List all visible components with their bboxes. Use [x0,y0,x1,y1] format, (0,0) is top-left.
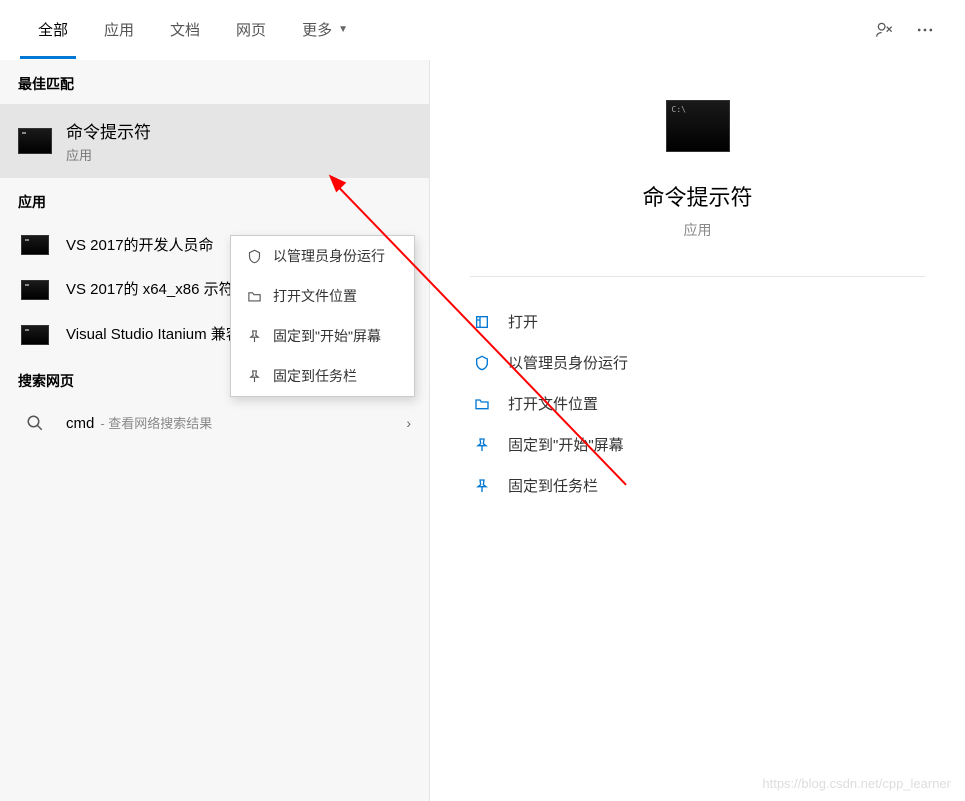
search-scope-tabs: 全部 应用 文档 网页 更多 ▼ [0,0,965,60]
detail-subtitle: 应用 [684,220,712,240]
tab-all[interactable]: 全部 [20,0,86,60]
pin-icon [470,478,494,494]
pin-icon [470,437,494,453]
tab-more-label: 更多 [302,19,332,40]
action-pin-to-taskbar[interactable]: 固定到任务栏 [470,465,925,506]
ctx-label: 以管理员身份运行 [273,246,385,266]
open-icon [470,314,494,330]
detail-actions: 打开 以管理员身份运行 打开文件位置 固定到"开始"屏幕 [470,301,925,506]
ctx-pin-to-start[interactable]: 固定到"开始"屏幕 [231,316,414,356]
pin-icon [243,369,265,384]
tab-apps-label: 应用 [104,19,134,40]
context-menu: 以管理员身份运行 打开文件位置 固定到"开始"屏幕 固定到任务栏 [230,235,415,397]
tab-all-label: 全部 [38,19,68,40]
results-panel: 最佳匹配 命令提示符 应用 应用 VS 2017的开发人员命 VS 2017的 … [0,60,430,801]
tab-web[interactable]: 网页 [218,0,284,60]
action-label: 打开 [508,311,538,332]
action-pin-to-start[interactable]: 固定到"开始"屏幕 [470,424,925,465]
tab-more[interactable]: 更多 ▼ [284,0,366,60]
best-match-subtitle: 应用 [66,145,151,164]
tab-web-label: 网页 [236,19,266,40]
best-match-result[interactable]: 命令提示符 应用 [0,104,429,178]
search-icon [18,414,52,432]
action-open-file-location[interactable]: 打开文件位置 [470,383,925,424]
ctx-label: 固定到"开始"屏幕 [273,326,381,346]
ellipsis-icon [915,20,935,40]
more-options-button[interactable] [905,10,945,50]
shield-icon [470,355,494,371]
cmd-icon [21,235,49,255]
detail-panel: 命令提示符 应用 打开 以管理员身份运行 打开文件位置 [430,60,965,801]
ctx-run-as-admin[interactable]: 以管理员身份运行 [231,236,414,276]
apps-header: 应用 [0,178,429,222]
ctx-open-file-location[interactable]: 打开文件位置 [231,276,414,316]
detail-title: 命令提示符 [642,180,752,212]
ctx-label: 固定到任务栏 [273,366,357,386]
action-label: 以管理员身份运行 [508,352,628,373]
tab-docs-label: 文档 [170,19,200,40]
action-label: 固定到任务栏 [508,475,598,496]
web-search-result[interactable]: cmd - 查看网络搜索结果 › [0,401,429,444]
web-desc: - 查看网络搜索结果 [100,413,212,432]
feedback-button[interactable] [865,10,905,50]
folder-icon [243,289,265,304]
action-open[interactable]: 打开 [470,301,925,342]
cmd-icon [21,325,49,345]
detail-app-icon [666,100,730,152]
cmd-icon [18,128,52,154]
tab-apps[interactable]: 应用 [86,0,152,60]
divider [470,276,925,277]
feedback-icon [875,20,895,40]
folder-icon [470,396,494,412]
pin-icon [243,329,265,344]
ctx-pin-to-taskbar[interactable]: 固定到任务栏 [231,356,414,396]
ctx-label: 打开文件位置 [273,286,357,306]
chevron-right-icon: › [406,415,411,431]
action-run-as-admin[interactable]: 以管理员身份运行 [470,342,925,383]
shield-icon [243,249,265,264]
cmd-icon [21,280,49,300]
action-label: 固定到"开始"屏幕 [508,434,624,455]
chevron-down-icon: ▼ [338,24,348,35]
active-tab-indicator [20,56,76,59]
action-label: 打开文件位置 [508,393,598,414]
tab-docs[interactable]: 文档 [152,0,218,60]
best-match-header: 最佳匹配 [0,60,429,104]
web-query: cmd [66,415,94,432]
best-match-title: 命令提示符 [66,118,151,143]
